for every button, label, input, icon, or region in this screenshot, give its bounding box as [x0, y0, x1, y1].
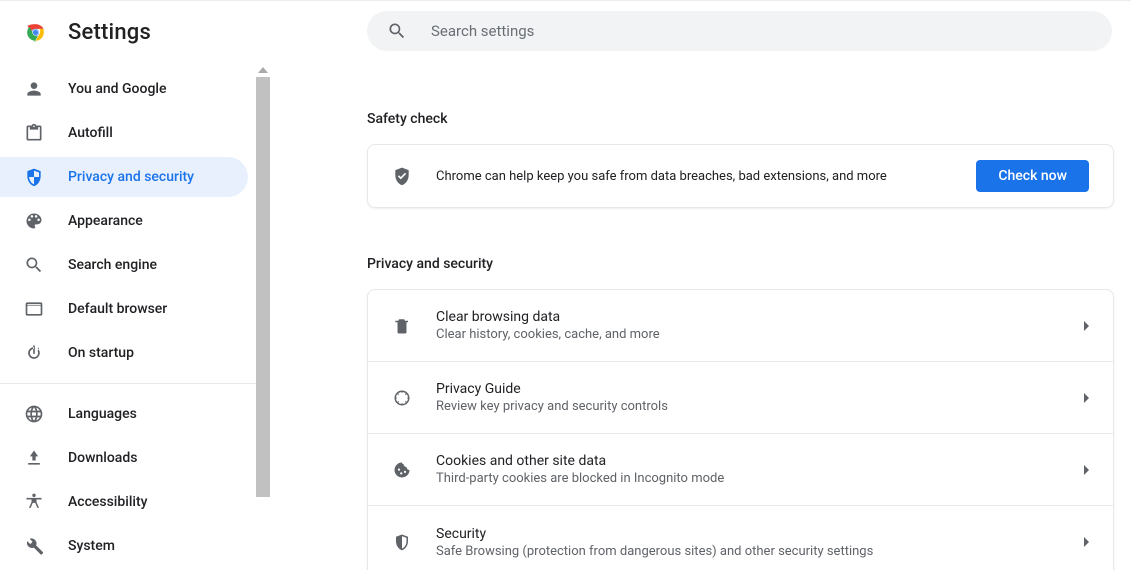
- row-subtitle: Review key privacy and security controls: [436, 399, 1084, 414]
- shield-icon: [24, 167, 44, 187]
- clipboard-icon: [24, 123, 44, 143]
- power-icon: [24, 343, 44, 363]
- sidebar-item-downloads[interactable]: Downloads: [0, 438, 248, 478]
- sidebar-item-label: Privacy and security: [68, 169, 194, 185]
- sidebar-item-label: Default browser: [68, 301, 167, 317]
- search-bar[interactable]: [367, 11, 1112, 51]
- row-title: Cookies and other site data: [436, 453, 1084, 469]
- chevron-right-icon: [1084, 537, 1089, 547]
- shield-check-icon: [392, 166, 412, 186]
- globe-icon: [24, 404, 44, 424]
- sidebar: Settings You and Google Autofill Privacy…: [0, 0, 270, 570]
- safety-check-text: Chrome can help keep you safe from data …: [436, 169, 952, 184]
- sidebar-item-search-engine[interactable]: Search engine: [0, 245, 248, 285]
- sidebar-item-accessibility[interactable]: Accessibility: [0, 482, 248, 522]
- sidebar-item-label: On startup: [68, 345, 134, 361]
- search-icon: [24, 255, 44, 275]
- wrench-icon: [24, 536, 44, 556]
- scroll-up-arrow-icon[interactable]: [256, 63, 270, 77]
- row-title: Security: [436, 526, 1084, 542]
- page-title: Settings: [68, 20, 151, 45]
- nav-divider: [0, 383, 256, 384]
- sidebar-item-label: Languages: [68, 406, 137, 422]
- sidebar-item-label: Appearance: [68, 213, 143, 229]
- nav-list: You and Google Autofill Privacy and secu…: [0, 63, 256, 373]
- sidebar-item-label: System: [68, 538, 115, 554]
- scrollbar-thumb[interactable]: [256, 77, 270, 497]
- chevron-right-icon: [1084, 465, 1089, 475]
- sidebar-item-privacy-security[interactable]: Privacy and security: [0, 157, 248, 197]
- section-title-privacy: Privacy and security: [367, 256, 1131, 272]
- search-icon: [387, 21, 407, 41]
- sidebar-item-autofill[interactable]: Autofill: [0, 113, 248, 153]
- row-privacy-guide[interactable]: Privacy Guide Review key privacy and sec…: [368, 362, 1113, 434]
- row-title: Privacy Guide: [436, 381, 1084, 397]
- safety-check-card: Chrome can help keep you safe from data …: [367, 144, 1114, 208]
- sidebar-item-label: Search engine: [68, 257, 157, 273]
- sidebar-item-label: Downloads: [68, 450, 137, 466]
- chrome-logo-icon: [23, 20, 48, 45]
- main-content: Safety check Chrome can help keep you sa…: [270, 0, 1131, 570]
- security-shield-icon: [392, 532, 412, 552]
- chevron-right-icon: [1084, 393, 1089, 403]
- sidebar-item-label: You and Google: [68, 81, 166, 97]
- row-subtitle: Clear history, cookies, cache, and more: [436, 327, 1084, 342]
- sidebar-item-languages[interactable]: Languages: [0, 394, 248, 434]
- row-title: Clear browsing data: [436, 309, 1084, 325]
- row-subtitle: Third-party cookies are blocked in Incog…: [436, 471, 1084, 486]
- download-icon: [24, 448, 44, 468]
- scrollbar[interactable]: [256, 63, 270, 570]
- sidebar-item-default-browser[interactable]: Default browser: [0, 289, 248, 329]
- sidebar-item-you-and-google[interactable]: You and Google: [0, 69, 248, 109]
- trash-icon: [392, 316, 412, 336]
- sidebar-item-appearance[interactable]: Appearance: [0, 201, 248, 241]
- check-now-button[interactable]: Check now: [976, 160, 1089, 192]
- compass-icon: [392, 388, 412, 408]
- section-title-safety: Safety check: [367, 111, 1131, 127]
- row-cookies[interactable]: Cookies and other site data Third-party …: [368, 434, 1113, 506]
- row-subtitle: Safe Browsing (protection from dangerous…: [436, 544, 1084, 559]
- browser-icon: [24, 299, 44, 319]
- row-security[interactable]: Security Safe Browsing (protection from …: [368, 506, 1113, 570]
- privacy-list: Clear browsing data Clear history, cooki…: [367, 289, 1114, 570]
- accessibility-icon: [24, 492, 44, 512]
- palette-icon: [24, 211, 44, 231]
- sidebar-item-system[interactable]: System: [0, 526, 248, 566]
- nav-list-secondary: Languages Downloads Accessibility System: [0, 394, 256, 566]
- chevron-right-icon: [1084, 321, 1089, 331]
- sidebar-header: Settings: [0, 1, 270, 63]
- row-clear-browsing-data[interactable]: Clear browsing data Clear history, cooki…: [368, 290, 1113, 362]
- sidebar-item-label: Accessibility: [68, 494, 147, 510]
- person-icon: [24, 79, 44, 99]
- sidebar-item-on-startup[interactable]: On startup: [0, 333, 248, 373]
- sidebar-item-label: Autofill: [68, 125, 113, 141]
- search-input[interactable]: [431, 22, 1092, 40]
- cookie-icon: [392, 460, 412, 480]
